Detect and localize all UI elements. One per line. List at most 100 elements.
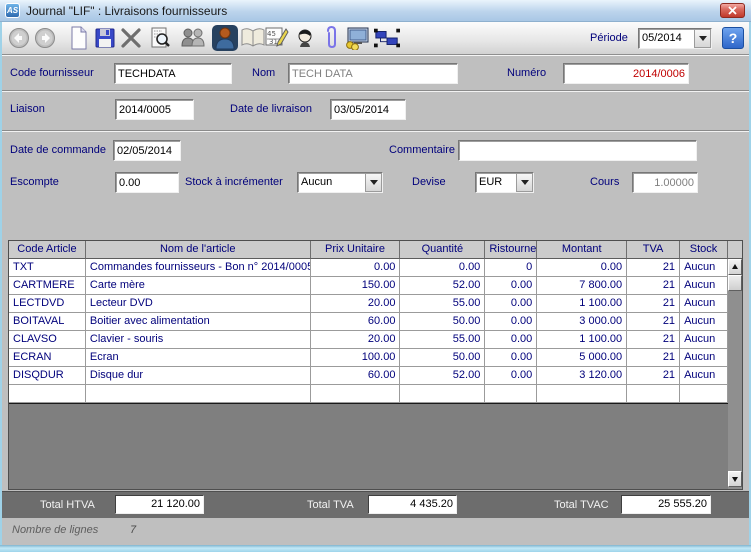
table-cell[interactable]: 7 800.00 [537, 277, 627, 295]
table-cell[interactable]: 50.00 [400, 313, 485, 331]
table-cell[interactable]: 1 100.00 [537, 295, 627, 313]
table-row[interactable]: TXTCommandes fournisseurs - Bon n° 2014/… [9, 259, 728, 277]
table-cell[interactable]: 55.00 [400, 295, 485, 313]
date-livraison-input[interactable] [330, 99, 406, 120]
table-cell[interactable]: BOITAVAL [9, 313, 86, 331]
table-cell[interactable] [86, 385, 311, 403]
table-cell[interactable]: 21 [627, 349, 680, 367]
date-commande-input[interactable] [113, 140, 181, 161]
table-cell[interactable]: Boitier avec alimentation [86, 313, 311, 331]
table-cell[interactable]: Aucun [680, 259, 728, 277]
table-cell[interactable]: 0.00 [485, 331, 537, 349]
table-cell[interactable]: 3 000.00 [537, 313, 627, 331]
stock-incrementer-select[interactable]: Aucun [297, 172, 383, 193]
table-cell[interactable]: 100.00 [311, 349, 401, 367]
contact-icon[interactable] [292, 24, 318, 52]
table-row[interactable]: CARTMERECarte mère150.0052.000.007 800.0… [9, 277, 728, 295]
table-cell[interactable]: Carte mère [86, 277, 311, 295]
person-active-icon[interactable] [212, 24, 238, 52]
table-cell[interactable]: CARTMERE [9, 277, 86, 295]
help-button[interactable]: ? [722, 27, 744, 49]
new-document-icon[interactable] [66, 24, 92, 52]
table-cell[interactable]: Commandes fournisseurs - Bon n° 2014/000… [86, 259, 311, 277]
table-cell[interactable] [627, 385, 680, 403]
table-row[interactable]: LECTDVDLecteur DVD20.0055.000.001 100.00… [9, 295, 728, 313]
table-cell[interactable] [311, 385, 401, 403]
periode-combo[interactable]: 05/2014 [638, 28, 712, 49]
table-cell[interactable]: 0.00 [311, 259, 401, 277]
save-icon[interactable] [92, 24, 118, 52]
table-cell[interactable]: Lecteur DVD [86, 295, 311, 313]
suppliers-group-icon[interactable] [180, 24, 206, 52]
table-cell[interactable]: 0.00 [537, 259, 627, 277]
scroll-thumb[interactable] [728, 275, 742, 291]
table-cell[interactable] [537, 385, 627, 403]
table-cell[interactable]: 55.00 [400, 331, 485, 349]
table-cell[interactable]: ECRAN [9, 349, 86, 367]
table-cell[interactable]: 0.00 [485, 349, 537, 367]
table-cell[interactable]: 50.00 [400, 349, 485, 367]
table-cell[interactable] [485, 385, 537, 403]
table-cell[interactable]: Clavier - souris [86, 331, 311, 349]
attachment-icon[interactable] [318, 24, 344, 52]
payment-icon[interactable] [344, 24, 370, 52]
devise-dropdown-icon[interactable] [516, 173, 533, 192]
delete-icon[interactable] [118, 24, 144, 52]
table-row[interactable]: BOITAVALBoitier avec alimentation60.0050… [9, 313, 728, 331]
table-cell[interactable]: 0.00 [485, 313, 537, 331]
code-fournisseur-input[interactable] [114, 63, 232, 84]
table-cell[interactable]: 20.00 [311, 295, 401, 313]
close-button[interactable] [720, 3, 745, 18]
numero-input[interactable] [563, 63, 689, 84]
table-cell[interactable]: Aucun [680, 349, 728, 367]
vertical-scrollbar[interactable] [728, 241, 742, 489]
calendar-edit-icon[interactable]: 4531 [264, 24, 290, 52]
table-cell[interactable]: 52.00 [400, 367, 485, 385]
search-document-icon[interactable] [148, 24, 174, 52]
transfer-icon[interactable] [374, 24, 400, 52]
forward-icon[interactable] [32, 24, 58, 52]
table-cell[interactable] [400, 385, 485, 403]
commentaire-input[interactable] [458, 140, 697, 161]
table-empty-row[interactable] [9, 385, 728, 403]
table-cell[interactable]: 21 [627, 295, 680, 313]
table-cell[interactable]: 21 [627, 277, 680, 295]
table-cell[interactable]: 5 000.00 [537, 349, 627, 367]
table-cell[interactable]: Aucun [680, 331, 728, 349]
devise-select[interactable]: EUR [475, 172, 534, 193]
table-cell[interactable]: LECTDVD [9, 295, 86, 313]
table-cell[interactable]: 21 [627, 259, 680, 277]
table-cell[interactable]: Aucun [680, 313, 728, 331]
table-cell[interactable]: 21 [627, 367, 680, 385]
scroll-up-button[interactable] [728, 259, 742, 275]
table-cell[interactable]: 0.00 [485, 277, 537, 295]
table-cell[interactable]: 0.00 [485, 367, 537, 385]
scroll-down-button[interactable] [728, 471, 742, 487]
table-cell[interactable]: 0.00 [485, 295, 537, 313]
table-cell[interactable]: 20.00 [311, 331, 401, 349]
table-cell[interactable] [9, 385, 86, 403]
liaison-input[interactable] [115, 99, 194, 120]
table-cell[interactable]: 1 100.00 [537, 331, 627, 349]
table-cell[interactable]: Ecran [86, 349, 311, 367]
table-cell[interactable]: Aucun [680, 277, 728, 295]
table-cell[interactable]: Aucun [680, 367, 728, 385]
table-row[interactable]: CLAVSOClavier - souris20.0055.000.001 10… [9, 331, 728, 349]
stock-dropdown-icon[interactable] [365, 173, 382, 192]
table-cell[interactable]: TXT [9, 259, 86, 277]
catalog-book-icon[interactable] [240, 24, 266, 52]
table-cell[interactable]: 60.00 [311, 313, 401, 331]
table-cell[interactable]: 0.00 [400, 259, 485, 277]
periode-dropdown-icon[interactable] [694, 29, 711, 48]
table-row[interactable]: ECRANEcran100.0050.000.005 000.0021Aucun [9, 349, 728, 367]
table-cell[interactable] [680, 385, 728, 403]
table-cell[interactable]: 21 [627, 313, 680, 331]
table-cell[interactable]: CLAVSO [9, 331, 86, 349]
table-cell[interactable]: 150.00 [311, 277, 401, 295]
table-row[interactable]: DISQDURDisque dur60.0052.000.003 120.002… [9, 367, 728, 385]
table-cell[interactable]: 60.00 [311, 367, 401, 385]
table-cell[interactable]: Disque dur [86, 367, 311, 385]
table-cell[interactable]: Aucun [680, 295, 728, 313]
table-cell[interactable]: 3 120.00 [537, 367, 627, 385]
table-cell[interactable]: 52.00 [400, 277, 485, 295]
